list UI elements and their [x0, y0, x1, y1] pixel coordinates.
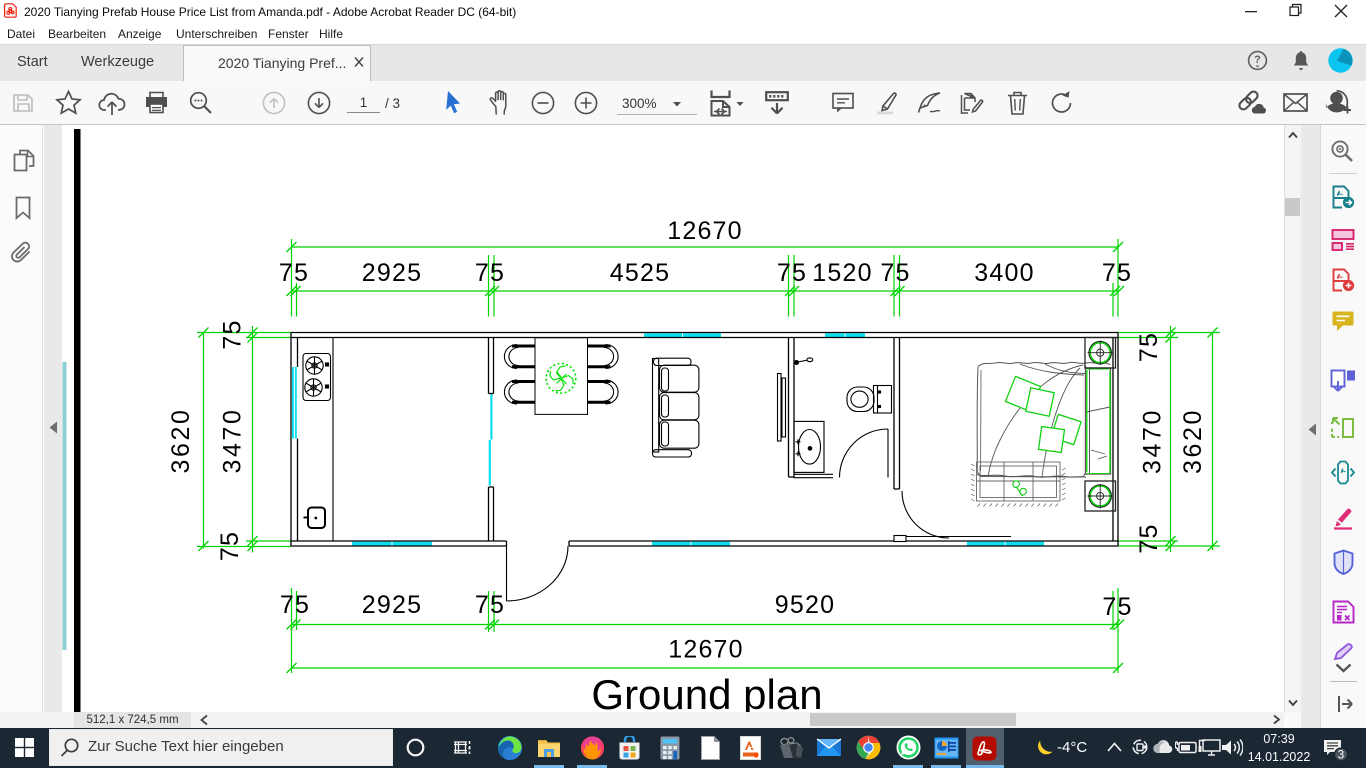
svg-text:4525: 4525 — [610, 259, 670, 287]
svg-text:9520: 9520 — [775, 591, 835, 619]
svg-text:75: 75 — [1102, 593, 1132, 621]
svg-text:75: 75 — [1102, 259, 1132, 287]
svg-text:75: 75 — [279, 259, 309, 287]
svg-text:75: 75 — [1135, 523, 1163, 553]
svg-text:?: ? — [1254, 54, 1261, 66]
svg-text:3400: 3400 — [974, 259, 1034, 287]
svg-text:3470: 3470 — [1139, 408, 1167, 474]
svg-text:75: 75 — [475, 591, 505, 619]
svg-text:Ground plan: Ground plan — [591, 671, 822, 718]
svg-text:75: 75 — [216, 531, 244, 561]
svg-text:2925: 2925 — [362, 259, 422, 287]
svg-text:3620: 3620 — [1179, 408, 1207, 474]
svg-text:3: 3 — [1338, 750, 1344, 762]
svg-text:75: 75 — [880, 259, 910, 287]
svg-text:3470: 3470 — [219, 407, 247, 473]
svg-text:75: 75 — [219, 319, 247, 349]
svg-text:2925: 2925 — [362, 591, 422, 619]
svg-text:3620: 3620 — [167, 407, 195, 473]
svg-text:75: 75 — [777, 259, 807, 287]
svg-text:75: 75 — [280, 591, 310, 619]
svg-text:1520: 1520 — [812, 259, 872, 287]
svg-text:75: 75 — [1135, 332, 1163, 362]
svg-text:12670: 12670 — [667, 217, 743, 245]
svg-text:75: 75 — [475, 259, 505, 287]
svg-text:12670: 12670 — [668, 636, 744, 664]
